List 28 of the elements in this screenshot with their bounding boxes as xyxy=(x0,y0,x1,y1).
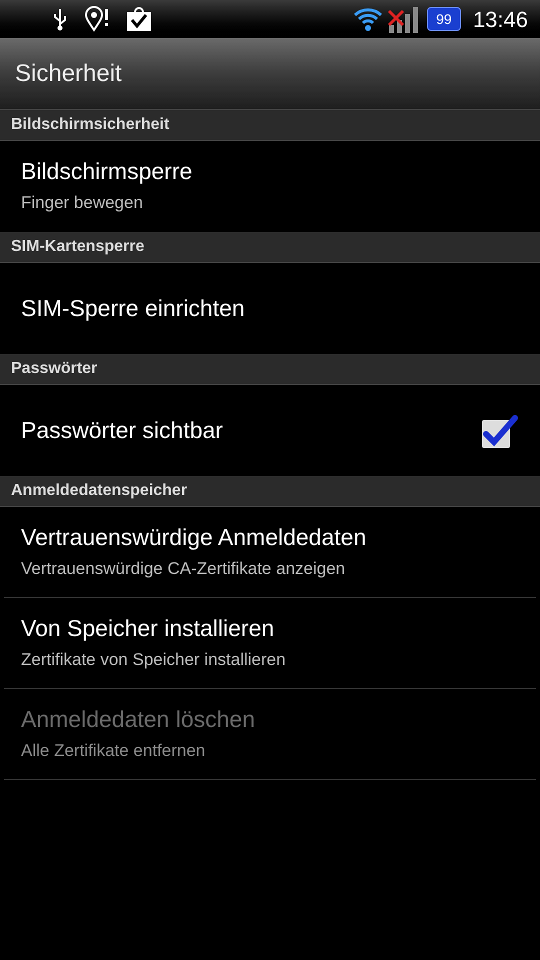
item-summary: Finger bewegen xyxy=(21,192,144,214)
item-summary: Vertrauenswürdige CA-Zertifikate anzeigen xyxy=(21,558,346,580)
no-signal-icon xyxy=(386,5,419,33)
item-title: Bildschirmsperre xyxy=(21,157,192,186)
settings-item[interactable]: Vertrauenswürdige Anmeldedaten Vertrauenswürdige CA-Zertifikate anzeigen xyxy=(4,507,536,598)
item-title: SIM-Sperre einrichten xyxy=(21,294,245,323)
screen-title: Sicherheit xyxy=(15,58,122,88)
settings-item[interactable]: SIM-Sperre einrichten xyxy=(4,263,536,354)
section-header: SIM-Kartensperre xyxy=(0,232,540,263)
clock-time: 13:46 xyxy=(472,6,528,34)
shopping-bag-icon xyxy=(126,6,152,32)
wifi-icon xyxy=(352,6,383,32)
settings-item[interactable]: Bildschirmsperre Finger bewegen xyxy=(4,141,536,232)
battery-icon: 99 xyxy=(426,7,461,31)
section-header: Passwörter xyxy=(0,354,540,385)
item-summary: Alle Zertifikate entfernen xyxy=(21,740,206,762)
section-header: Anmeldedatenspeicher xyxy=(0,476,540,507)
item-title: Vertrauenswürdige Anmeldedaten xyxy=(21,522,366,552)
section-header: Bildschirmsicherheit xyxy=(0,110,540,141)
item-title: Passwörter sichtbar xyxy=(21,416,223,445)
item-title: Von Speicher installieren xyxy=(21,614,276,643)
item-summary: Zertifikate von Speicher installieren xyxy=(21,648,286,671)
usb-icon xyxy=(52,7,68,31)
settings-item[interactable]: Passwörter sichtbar xyxy=(4,385,536,476)
checkbox[interactable] xyxy=(481,414,519,448)
settings-item[interactable]: Von Speicher installieren Zertifikate von Speicher installieren xyxy=(4,598,536,689)
item-title: Anmeldedaten löschen xyxy=(21,704,255,734)
location-pin-icon xyxy=(84,6,110,32)
